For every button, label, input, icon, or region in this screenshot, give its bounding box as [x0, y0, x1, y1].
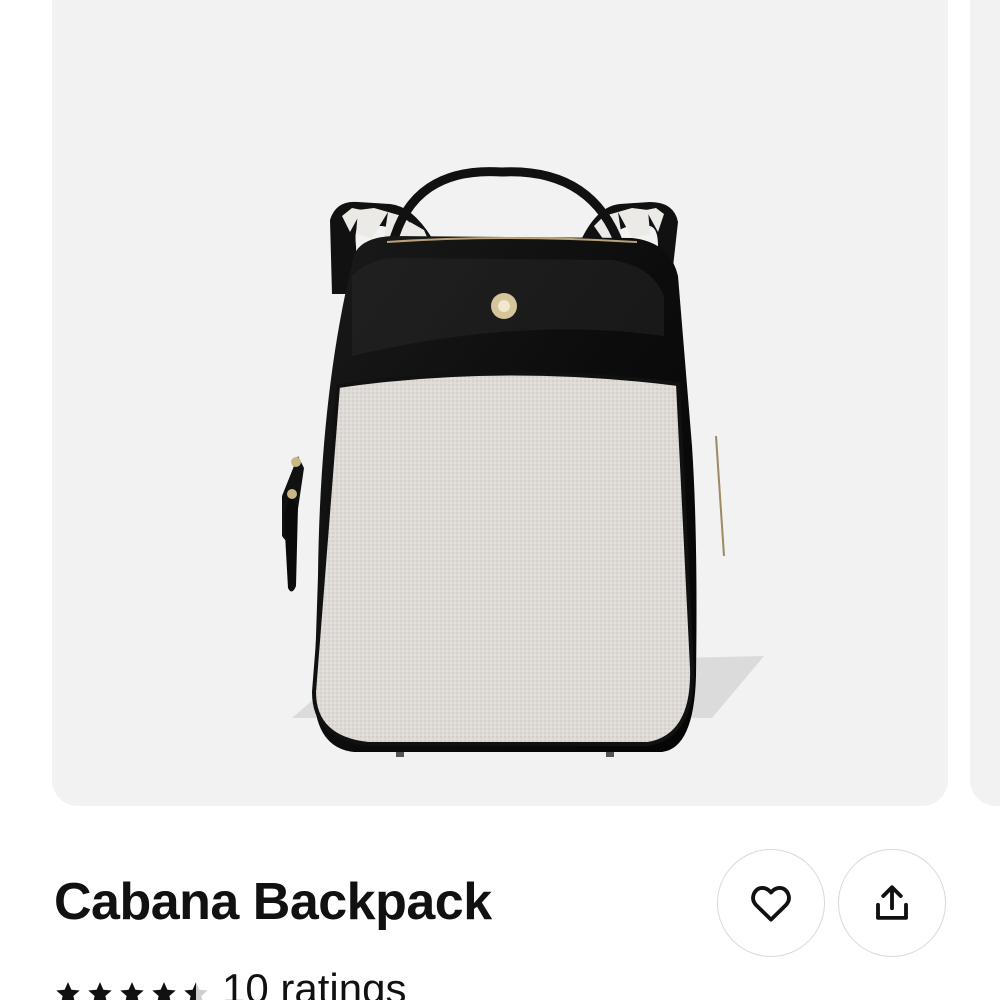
- heart-outline-icon: [751, 886, 791, 922]
- share-button[interactable]: [838, 849, 946, 957]
- star-icon: [56, 982, 80, 1000]
- star-icon: [152, 982, 176, 1000]
- star-icon: [184, 982, 208, 1000]
- share-upload-icon: [876, 885, 908, 920]
- next-image-card[interactable]: [970, 0, 1000, 806]
- product-image-card[interactable]: [52, 0, 948, 806]
- ratings-count[interactable]: 10 ratings: [222, 965, 406, 1000]
- product-title: Cabana Backpack: [54, 873, 492, 931]
- star-icon: [120, 982, 144, 1000]
- star-icon: [88, 982, 112, 1000]
- product-image-carousel[interactable]: [0, 0, 1000, 806]
- favorite-button[interactable]: [717, 849, 825, 957]
- rating-row[interactable]: 10 ratings: [54, 958, 406, 1000]
- product-image: [282, 167, 764, 757]
- star-rating: [54, 980, 210, 1000]
